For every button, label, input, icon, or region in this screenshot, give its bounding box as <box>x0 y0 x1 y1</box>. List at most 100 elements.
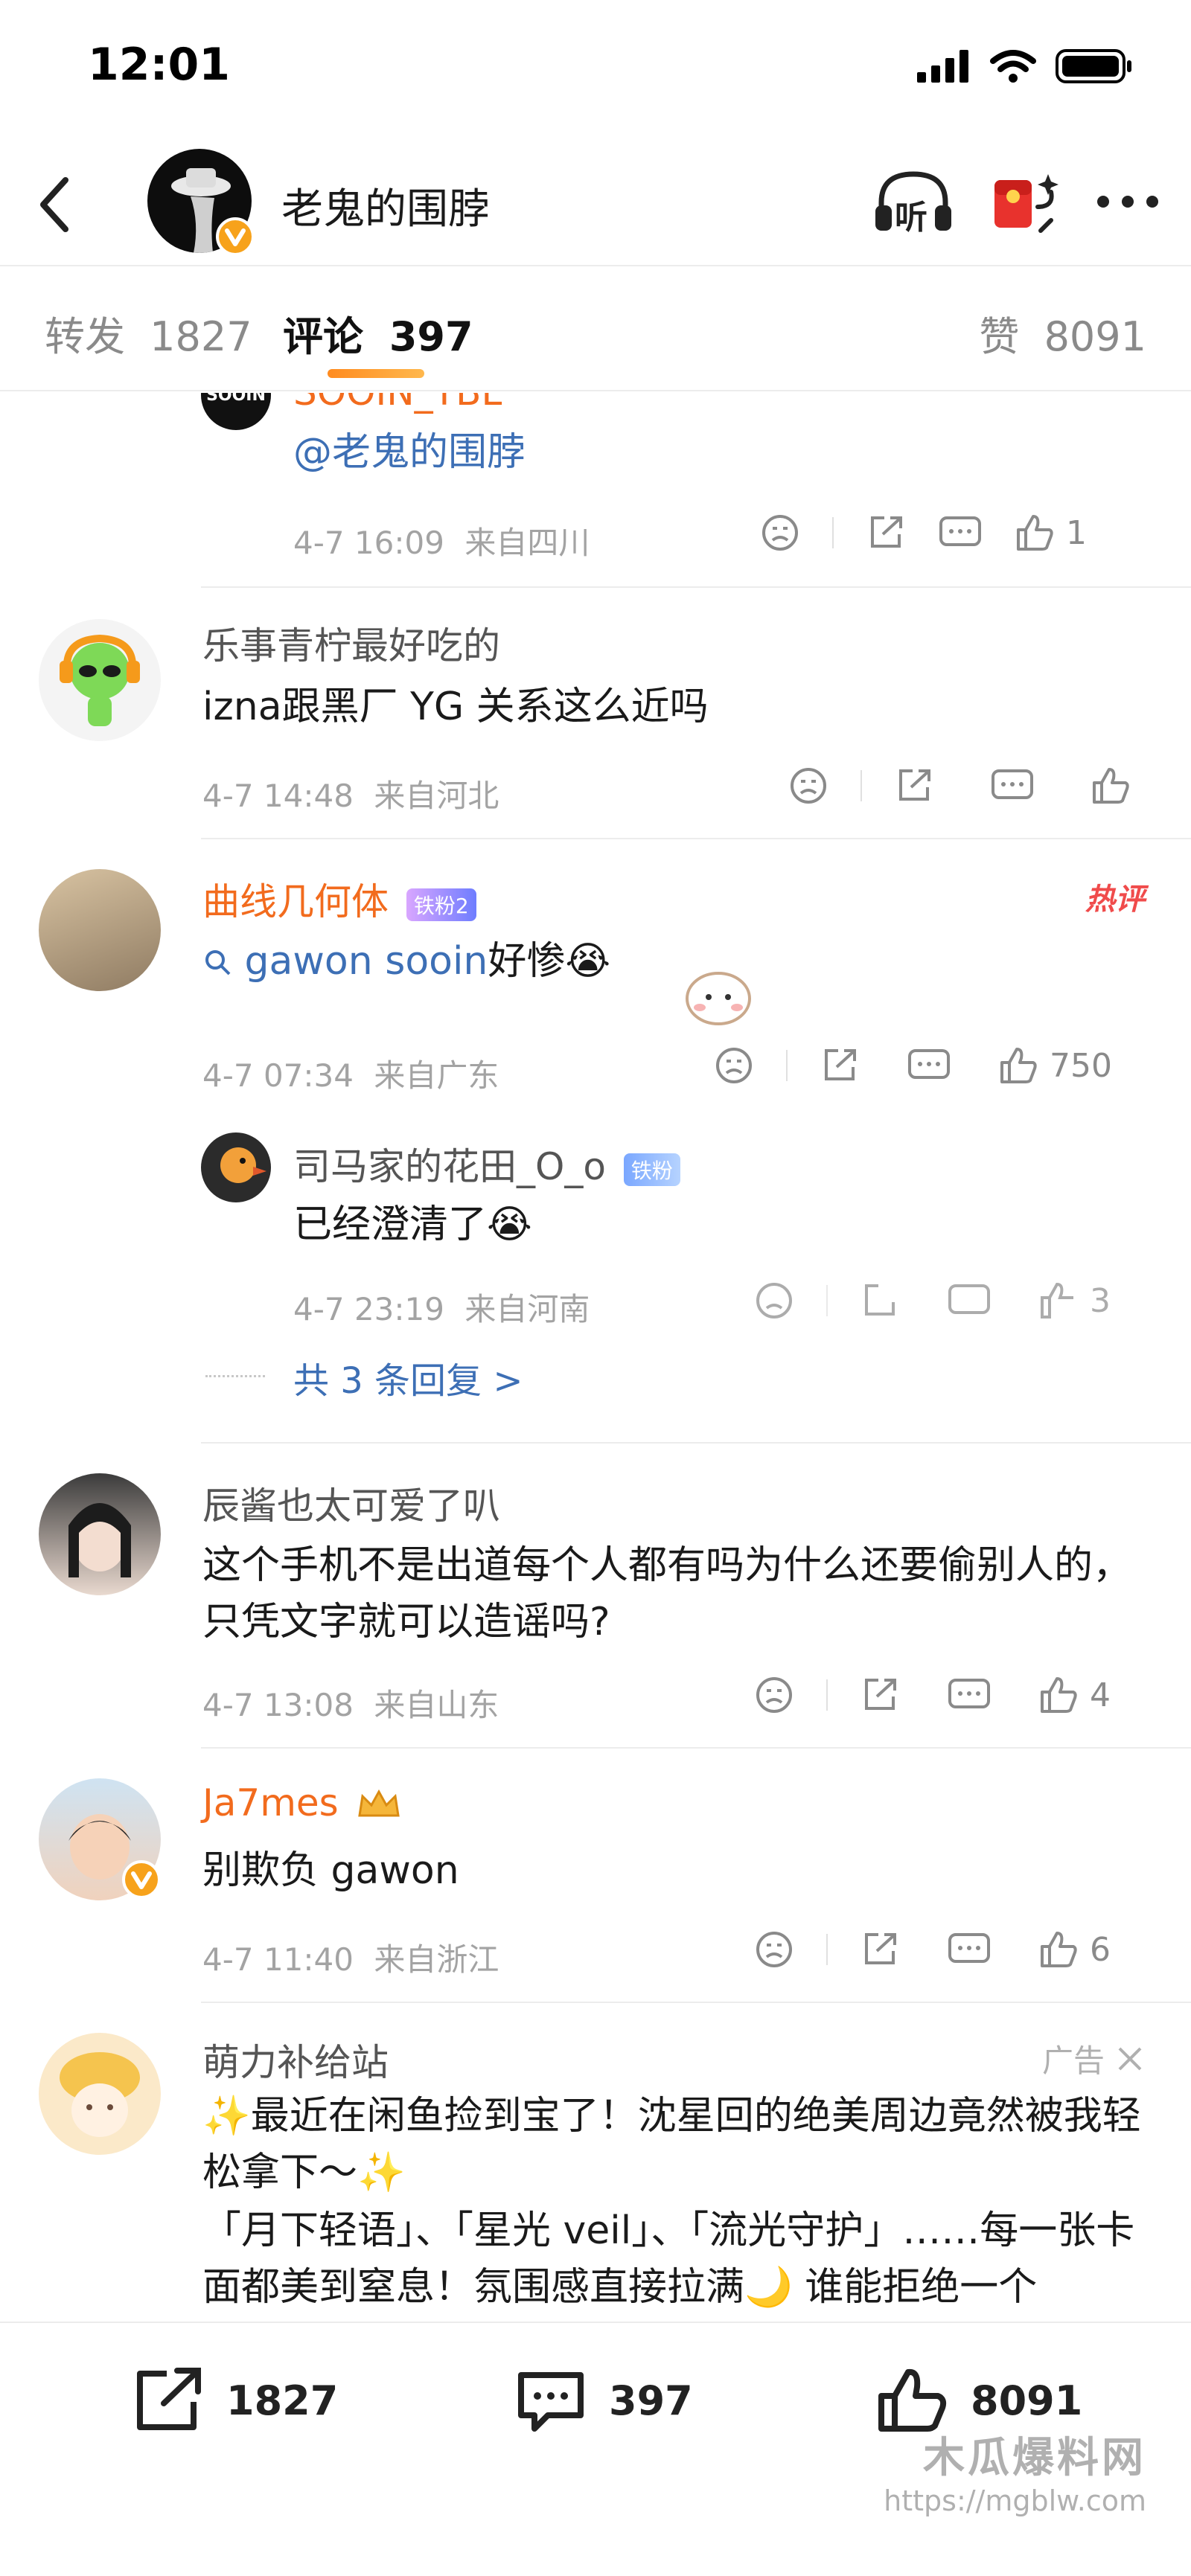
action-separator <box>826 1679 828 1711</box>
comment-bubble-icon <box>518 2372 584 2432</box>
tab-comments[interactable]: 评论 397 <box>283 304 473 362</box>
comment-username[interactable]: Ja7mes <box>202 1781 403 1824</box>
share-icon[interactable] <box>859 1929 901 1970</box>
watermark-url: https://mgblw.com <box>884 2484 1146 2517</box>
comment-location: 来自广东 <box>374 1057 499 1094</box>
share-icon[interactable] <box>859 1280 901 1321</box>
avatar[interactable] <box>39 869 161 991</box>
like-button[interactable]: 3 <box>1038 1280 1111 1321</box>
like-count: 8091 <box>971 2377 1083 2424</box>
header-actions: 听 <box>872 168 1161 237</box>
like-button[interactable]: 750 <box>997 1045 1112 1086</box>
list-item: 曲线几何体 铁粉2 热评 gawon sooin好惨😭 4-7 07:34 来自… <box>0 839 1191 1442</box>
dislike-face-icon[interactable] <box>753 1280 795 1321</box>
status-time: 12:01 <box>88 39 230 91</box>
signal-icon <box>917 50 968 83</box>
back-arrow-icon[interactable] <box>33 171 77 238</box>
comment-meta: 4-7 16:09 来自四川 <box>293 518 590 563</box>
dislike-face-icon[interactable] <box>753 1674 795 1716</box>
like-button[interactable]: 4 <box>1038 1674 1111 1716</box>
comment-button[interactable]: 397 <box>514 2366 693 2435</box>
status-bar: 12:01 <box>0 0 1191 141</box>
reply-fan-badge: 铁粉 <box>623 1153 680 1186</box>
reply-username-text: 司马家的花田_O_o <box>293 1145 606 1188</box>
tab-likes-count: 8091 <box>1044 313 1146 360</box>
comment-username[interactable]: 曲线几何体 铁粉2 <box>202 872 476 926</box>
dislike-face-icon[interactable] <box>759 512 801 554</box>
more-icon[interactable] <box>1094 190 1161 213</box>
share-icon[interactable] <box>819 1045 860 1086</box>
battery-icon <box>1056 49 1131 83</box>
like-button[interactable]: 1 <box>1014 512 1087 554</box>
search-icon <box>205 950 231 975</box>
chick-hat-avatar-icon <box>60 2052 140 2137</box>
reply-text: 已经澄清了😭 <box>293 1202 532 1247</box>
page-title: 老鬼的围脖 <box>281 185 490 234</box>
list-item: SOOIN SOOIN_TBL @老鬼的围脖 4-7 16:09 来自四川 1 <box>0 393 1191 588</box>
listen-label: 听 <box>895 199 927 237</box>
comment-bubble-icon[interactable] <box>990 765 1035 807</box>
comment-meta: 4-7 11:40 来自浙江 <box>202 1935 499 1980</box>
thumbs-up-icon <box>1041 1282 1073 1319</box>
search-term-link[interactable]: gawon sooin <box>245 939 488 984</box>
tab-likes[interactable]: 赞 8091 <box>979 304 1146 362</box>
comment-text: izna跟黑厂 YG 关系这么近吗 <box>202 685 709 729</box>
comment-username[interactable]: 萌力补给站 <box>202 2033 389 2086</box>
list-item: 辰酱也太可爱了叭 这个手机不是出道每个人都有吗为什么还要偷别人的，只凭文字就可以… <box>0 1444 1191 1747</box>
watermark-title: 木瓜爆料网 <box>923 2434 1146 2482</box>
reply-location: 来自河南 <box>464 1291 590 1327</box>
comment-bubble-icon[interactable] <box>947 1929 992 1970</box>
comment-time: 4-7 14:48 <box>202 778 354 814</box>
share-icon[interactable] <box>859 1674 901 1716</box>
action-separator <box>826 1285 828 1316</box>
reply-username[interactable]: 司马家的花田_O_o 铁粉 <box>293 1137 680 1191</box>
comment-username[interactable]: 乐事青柠最好吃的 <box>202 616 500 670</box>
comment-time: 4-7 16:09 <box>293 525 444 561</box>
sticker-image <box>686 972 751 1025</box>
red-packet-icon[interactable] <box>989 168 1060 235</box>
comment-username[interactable]: 辰酱也太可爱了叭 <box>202 1476 500 1530</box>
dislike-face-icon[interactable] <box>713 1045 755 1086</box>
ad-tag[interactable]: 广告 <box>1042 2036 1145 2081</box>
action-separator <box>826 1934 828 1965</box>
more-replies-link[interactable]: 共 3 条回复 > <box>293 1351 523 1403</box>
comment-location: 来自山东 <box>374 1687 499 1723</box>
comment-bubble-icon[interactable] <box>907 1045 951 1086</box>
verified-badge-icon <box>216 217 255 256</box>
comment-meta: 4-7 14:48 来自河北 <box>202 771 499 816</box>
dislike-face-icon[interactable] <box>753 1929 795 1970</box>
tab-reposts-count: 1827 <box>150 313 252 360</box>
tab-likes-label: 赞 <box>979 313 1020 360</box>
avatar[interactable] <box>39 619 161 741</box>
comment-actions: 4 <box>753 1674 1111 1716</box>
comment-actions: 6 <box>753 1929 1111 1970</box>
like-button[interactable] <box>1090 765 1142 807</box>
reply-avatar[interactable] <box>201 1132 271 1202</box>
comment-actions <box>788 765 1142 807</box>
reply-dots <box>205 1375 265 1377</box>
share-icon[interactable] <box>865 512 907 554</box>
tab-reposts[interactable]: 转发 1827 <box>45 304 252 362</box>
thumbs-up-icon <box>1041 1932 1077 1967</box>
thumbs-up-icon <box>1041 1677 1077 1713</box>
close-icon[interactable] <box>1115 2044 1145 2074</box>
avatar[interactable] <box>39 1473 161 1595</box>
avatar[interactable]: SOOIN <box>201 393 271 430</box>
comment-username[interactable]: SOOIN_TBL <box>293 393 502 414</box>
like-button[interactable]: 6 <box>1038 1929 1111 1970</box>
avatar[interactable] <box>39 2033 161 2155</box>
avatar-logo-text: SOOIN <box>206 393 266 405</box>
comment-bubble-icon[interactable] <box>947 1674 992 1716</box>
action-separator <box>860 770 862 801</box>
verified-badge-icon <box>122 1860 161 1899</box>
listen-button[interactable]: 听 <box>872 168 954 237</box>
reply-meta: 4-7 23:19 来自河南 <box>293 1284 590 1330</box>
list-item: Ja7mes 别欺负 gawon 4-7 11:40 来自浙江 6 <box>0 1749 1191 2002</box>
repost-button[interactable]: 1827 <box>131 2366 338 2435</box>
mention-link[interactable]: @老鬼的围脖 <box>293 424 526 481</box>
like-count: 1 <box>1066 513 1087 552</box>
share-icon[interactable] <box>893 765 935 807</box>
comment-bubble-icon[interactable] <box>947 1280 992 1321</box>
dislike-face-icon[interactable] <box>788 765 829 807</box>
comment-bubble-icon[interactable] <box>938 512 983 554</box>
